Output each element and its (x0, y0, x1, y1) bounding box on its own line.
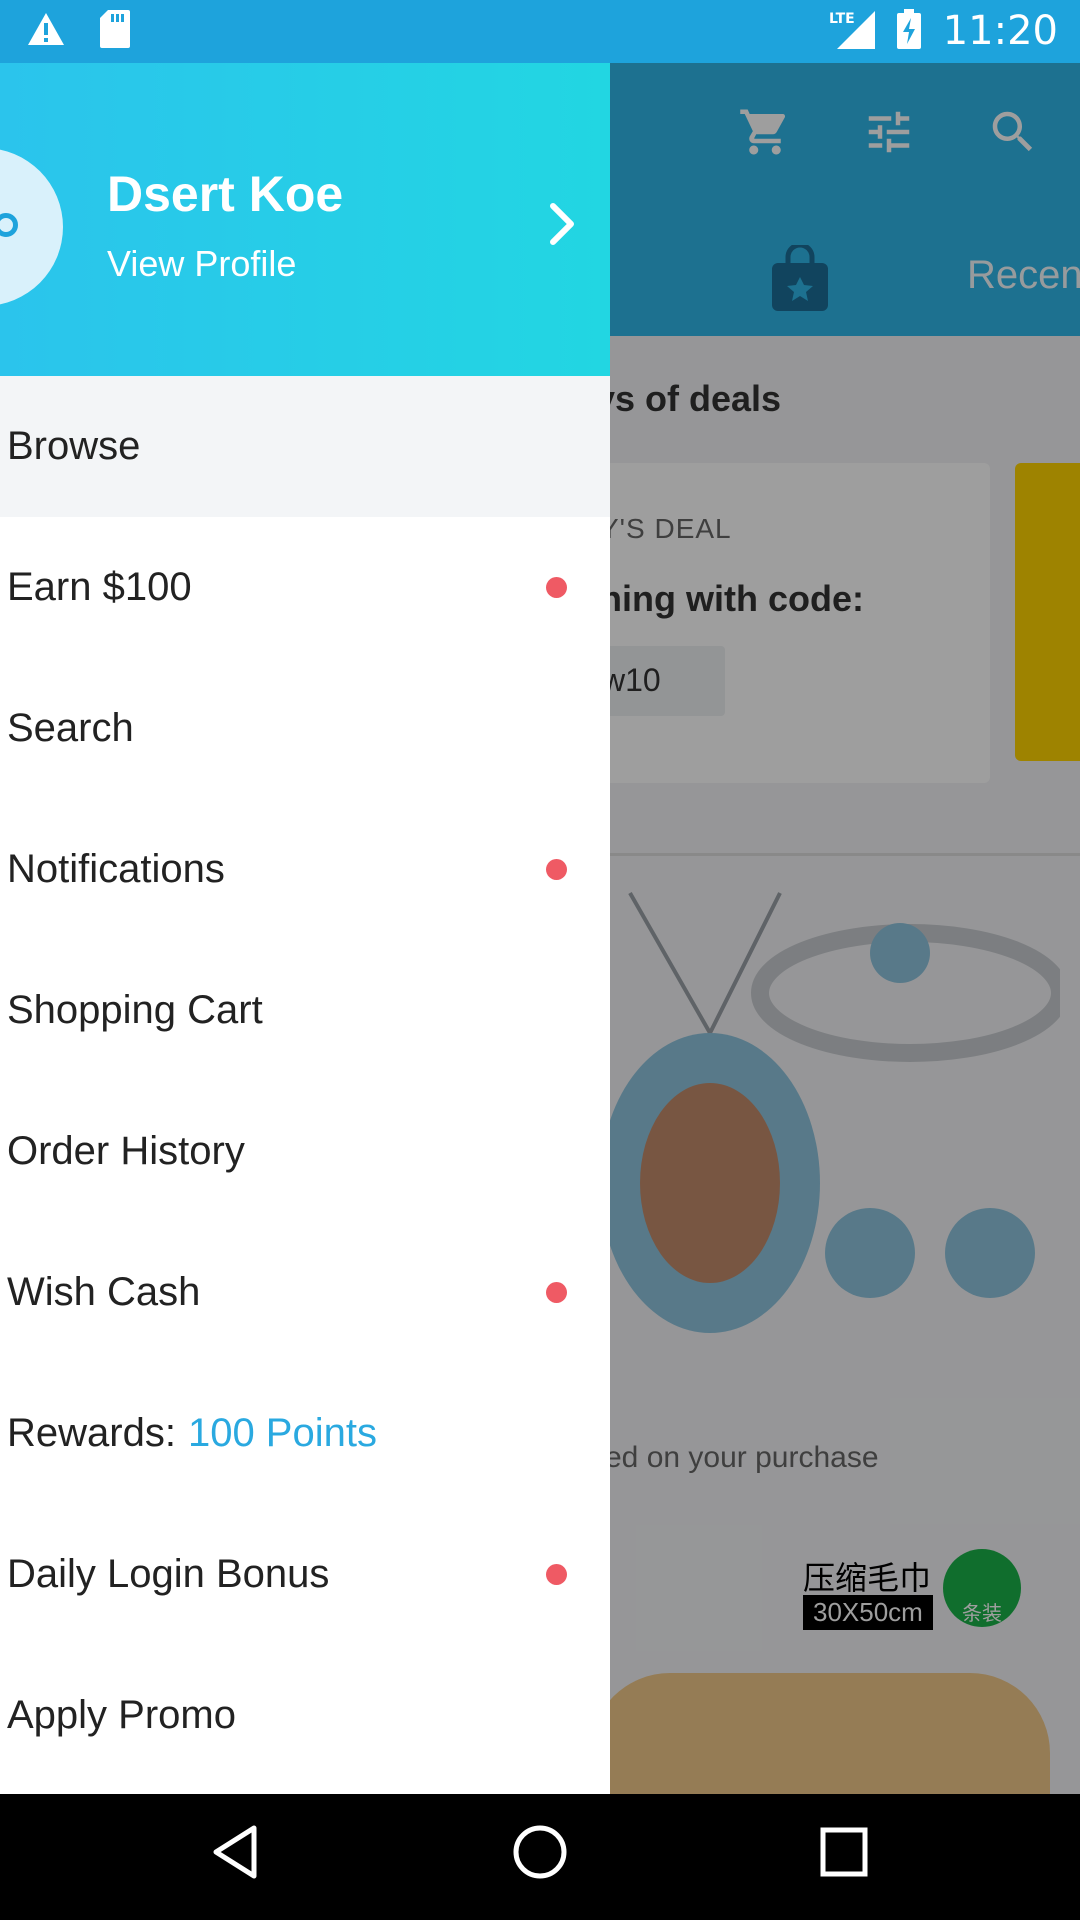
clock: 11:20 (942, 8, 1058, 54)
drawer-menu: Browse Earn $100 Search Notifications Sh… (0, 376, 610, 1786)
menu-item-label: Notifications (7, 847, 225, 891)
back-icon[interactable] (210, 1822, 260, 1887)
menu-item-label: Rewards: (7, 1411, 176, 1455)
menu-item-label: Daily Login Bonus (7, 1552, 330, 1596)
recents-icon[interactable] (818, 1822, 868, 1887)
network-label: LTE (829, 11, 855, 27)
menu-item-label: Wish Cash (7, 1270, 201, 1314)
menu-item-notifications[interactable]: Notifications (0, 799, 610, 940)
menu-item-daily-login-bonus[interactable]: Daily Login Bonus (0, 1504, 610, 1645)
menu-item-earn[interactable]: Earn $100 (0, 517, 610, 658)
rewards-points: 100 Points (187, 1411, 377, 1455)
home-icon[interactable] (510, 1822, 570, 1887)
menu-item-browse[interactable]: Browse (0, 376, 610, 517)
menu-item-search[interactable]: Search (0, 658, 610, 799)
signal-icon: LTE (829, 9, 875, 54)
menu-item-label: Apply Promo (7, 1693, 236, 1737)
warning-icon (26, 11, 66, 52)
navigation-drawer: Dsert Koe View Profile Browse Earn $100 … (0, 63, 610, 1794)
menu-item-shopping-cart[interactable]: Shopping Cart (0, 940, 610, 1081)
profile-name: Dsert Koe (107, 166, 344, 222)
menu-item-order-history[interactable]: Order History (0, 1081, 610, 1222)
navigation-bar (0, 1794, 1080, 1920)
status-bar: LTE 11:20 (0, 0, 1080, 63)
menu-item-label: Order History (7, 1129, 245, 1173)
profile-header[interactable]: Dsert Koe View Profile (0, 63, 610, 376)
chevron-right-icon[interactable] (545, 200, 579, 253)
menu-item-label: Browse (7, 424, 141, 468)
menu-item-label: Search (7, 706, 134, 750)
notification-dot (546, 577, 567, 598)
menu-item-label: Shopping Cart (7, 988, 263, 1032)
notification-dot (546, 1282, 567, 1303)
menu-item-rewards[interactable]: Rewards: 100 Points (0, 1363, 610, 1504)
menu-item-apply-promo[interactable]: Apply Promo (0, 1645, 610, 1786)
battery-charging-icon (896, 8, 921, 54)
menu-item-label: Earn $100 (7, 565, 192, 609)
notification-dot (546, 1564, 567, 1585)
menu-item-wish-cash[interactable]: Wish Cash (0, 1222, 610, 1363)
sd-card-icon (100, 10, 130, 53)
notification-dot (546, 859, 567, 880)
view-profile-link[interactable]: View Profile (107, 243, 296, 285)
